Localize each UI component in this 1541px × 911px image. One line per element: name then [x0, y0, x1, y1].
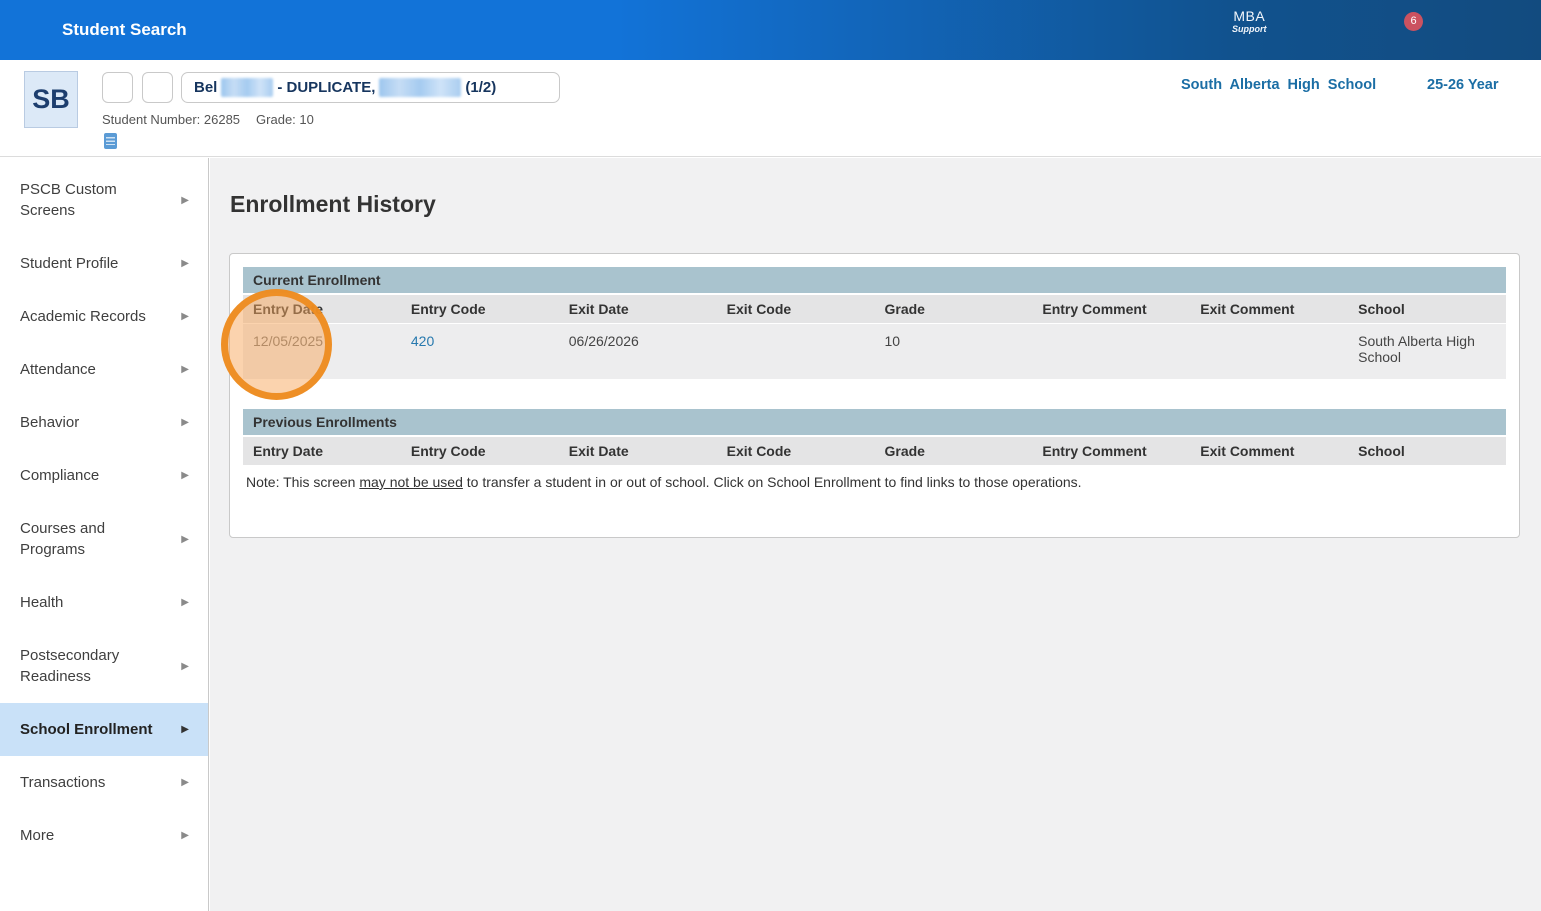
student-name-selector[interactable]: Bel - DUPLICATE, (1/2)	[181, 72, 560, 103]
sidebar-item-student-profile[interactable]: Student Profile ▶	[0, 237, 208, 290]
current-enrollment-table: Current Enrollment Entry Date Entry Code…	[243, 267, 1506, 379]
sidebar-item-label: Compliance	[20, 467, 100, 484]
sidebar-item-behavior[interactable]: Behavior ▶	[0, 396, 208, 449]
col-exit-date: Exit Date	[568, 443, 629, 459]
redacted-last-name	[221, 78, 274, 97]
student-search-link[interactable]: Student Search	[62, 20, 187, 40]
main-content: Enrollment History Current Enrollment En…	[210, 158, 1541, 911]
chevron-right-icon: ▶	[181, 258, 189, 269]
col-grade: Grade	[884, 301, 925, 317]
sidebar-item-label: More	[20, 827, 55, 844]
mba-support-text: Support	[1232, 24, 1267, 34]
sidebar-item-more[interactable]: More ▶	[0, 809, 208, 862]
cell-school: South Alberta High School	[1358, 333, 1475, 365]
cell-exit-comment	[1190, 324, 1348, 379]
sidebar-item-label: Health	[20, 594, 64, 611]
note-document-icon[interactable]	[104, 133, 117, 149]
cell-entry-code: 420	[401, 324, 559, 379]
cell-entry-comment	[1032, 324, 1190, 379]
entry-code-link[interactable]: 420	[411, 333, 434, 349]
sidebar-item-label: Courses and Programs	[20, 520, 106, 558]
table-row: 12/05/2025 420 06/26/2026 10 South Alber…	[243, 324, 1506, 379]
sidebar-item-label: Transactions	[20, 774, 106, 791]
sidebar-item-health[interactable]: Health ▶	[0, 576, 208, 629]
chevron-right-icon: ▶	[181, 597, 189, 608]
previous-enrollments-section-header: Previous Enrollments	[243, 409, 1506, 435]
table-header-row: Entry Date Entry Code Exit Date Exit Cod…	[243, 295, 1506, 323]
col-entry-date: Entry Date	[253, 443, 324, 459]
chevron-right-icon: ▶	[181, 470, 189, 481]
chevron-right-icon: ▶	[181, 417, 189, 428]
sidebar-item-transactions[interactable]: Transactions ▶	[0, 756, 208, 809]
cell-exit-code	[717, 324, 875, 379]
previous-enrollments-table: Previous Enrollments Entry Date Entry Co…	[243, 409, 1506, 465]
cell-grade: 10	[884, 333, 901, 349]
student-info-band: SB Bel - DUPLICATE, (1/2) Student Number…	[0, 60, 1541, 157]
sidebar-item-academic-records[interactable]: Academic Records ▶	[0, 290, 208, 343]
chevron-right-icon: ▶	[181, 724, 189, 735]
col-entry-comment: Entry Comment	[1042, 443, 1147, 459]
col-entry-date: Entry Date	[253, 301, 324, 317]
sidebar-item-label: Postsecondary Readiness	[20, 647, 120, 685]
app-header: Student Search MBA Support 6	[0, 0, 1541, 60]
student-name-counter: (1/2)	[465, 79, 497, 96]
sidebar-item-pscb-custom-screens[interactable]: PSCB Custom Screens ▶	[0, 163, 208, 237]
mba-logo-text: MBA	[1233, 8, 1266, 24]
chevron-right-icon: ▶	[181, 194, 189, 206]
student-name-prefix: Bel	[194, 79, 218, 96]
col-exit-code: Exit Code	[726, 443, 792, 459]
student-name-middle: - DUPLICATE,	[277, 79, 376, 96]
student-meta: Student Number: 26285 Grade: 10	[102, 112, 314, 127]
sidebar-item-courses-and-programs[interactable]: Courses and Programs ▶	[0, 502, 208, 576]
transfer-note: Note: This screen may not be used to tra…	[243, 474, 1506, 490]
school-year-label[interactable]: 25-26 Year	[1427, 77, 1499, 93]
school-name-label[interactable]: South Alberta High School	[1181, 77, 1376, 93]
sidebar-item-compliance[interactable]: Compliance ▶	[0, 449, 208, 502]
redacted-first-name	[379, 78, 462, 97]
note-prefix: Note: This screen	[246, 474, 360, 490]
sidebar-item-school-enrollment[interactable]: School Enrollment ▶	[0, 703, 208, 756]
page-title: Enrollment History	[230, 191, 436, 217]
col-grade: Grade	[884, 443, 925, 459]
table-header-row: Entry Date Entry Code Exit Date Exit Cod…	[243, 437, 1506, 465]
sidebar-item-label: Academic Records	[20, 308, 146, 325]
notification-badge[interactable]: 6	[1404, 12, 1423, 31]
col-entry-code: Entry Code	[410, 443, 486, 459]
cell-entry-date: 12/05/2025	[253, 333, 324, 349]
current-enrollment-section-header: Current Enrollment	[243, 267, 1506, 293]
col-entry-comment: Entry Comment	[1042, 301, 1147, 317]
student-number-label: Student Number: 26285	[102, 112, 241, 127]
chevron-right-icon: ▶	[181, 777, 189, 788]
chevron-right-icon: ▶	[181, 311, 189, 322]
note-suffix: to transfer a student in or out of schoo…	[462, 474, 1082, 490]
avatar: SB	[24, 71, 78, 128]
chevron-right-icon: ▶	[181, 660, 189, 672]
sidebar-item-label: School Enrollment	[20, 721, 153, 738]
enrollment-card: Current Enrollment Entry Date Entry Code…	[229, 253, 1520, 538]
col-exit-comment: Exit Comment	[1200, 443, 1295, 459]
student-grade-label: Grade: 10	[256, 112, 314, 127]
alert-box-2[interactable]	[142, 72, 173, 103]
sidebar-item-attendance[interactable]: Attendance ▶	[0, 343, 208, 396]
sidebar-item-label: PSCB Custom Screens	[20, 181, 117, 219]
sidebar-item-label: Attendance	[20, 361, 96, 378]
sidebar-nav: PSCB Custom Screens ▶ Student Profile ▶ …	[0, 158, 209, 911]
col-exit-date: Exit Date	[568, 301, 629, 317]
chevron-right-icon: ▶	[181, 533, 189, 545]
cell-exit-date: 06/26/2026	[568, 333, 639, 349]
sidebar-item-label: Behavior	[20, 414, 80, 431]
col-exit-code: Exit Code	[726, 301, 792, 317]
chevron-right-icon: ▶	[181, 830, 189, 841]
chevron-right-icon: ▶	[181, 364, 189, 375]
col-school: School	[1358, 443, 1405, 459]
sidebar-item-postsecondary-readiness[interactable]: Postsecondary Readiness ▶	[0, 629, 208, 703]
alert-box-1[interactable]	[102, 72, 133, 103]
mba-support-logo[interactable]: MBA Support	[1232, 9, 1267, 34]
col-school: School	[1358, 301, 1405, 317]
note-underlined: may not be used	[359, 474, 463, 490]
col-entry-code: Entry Code	[410, 301, 486, 317]
sidebar-item-label: Student Profile	[20, 255, 119, 272]
col-exit-comment: Exit Comment	[1200, 301, 1295, 317]
